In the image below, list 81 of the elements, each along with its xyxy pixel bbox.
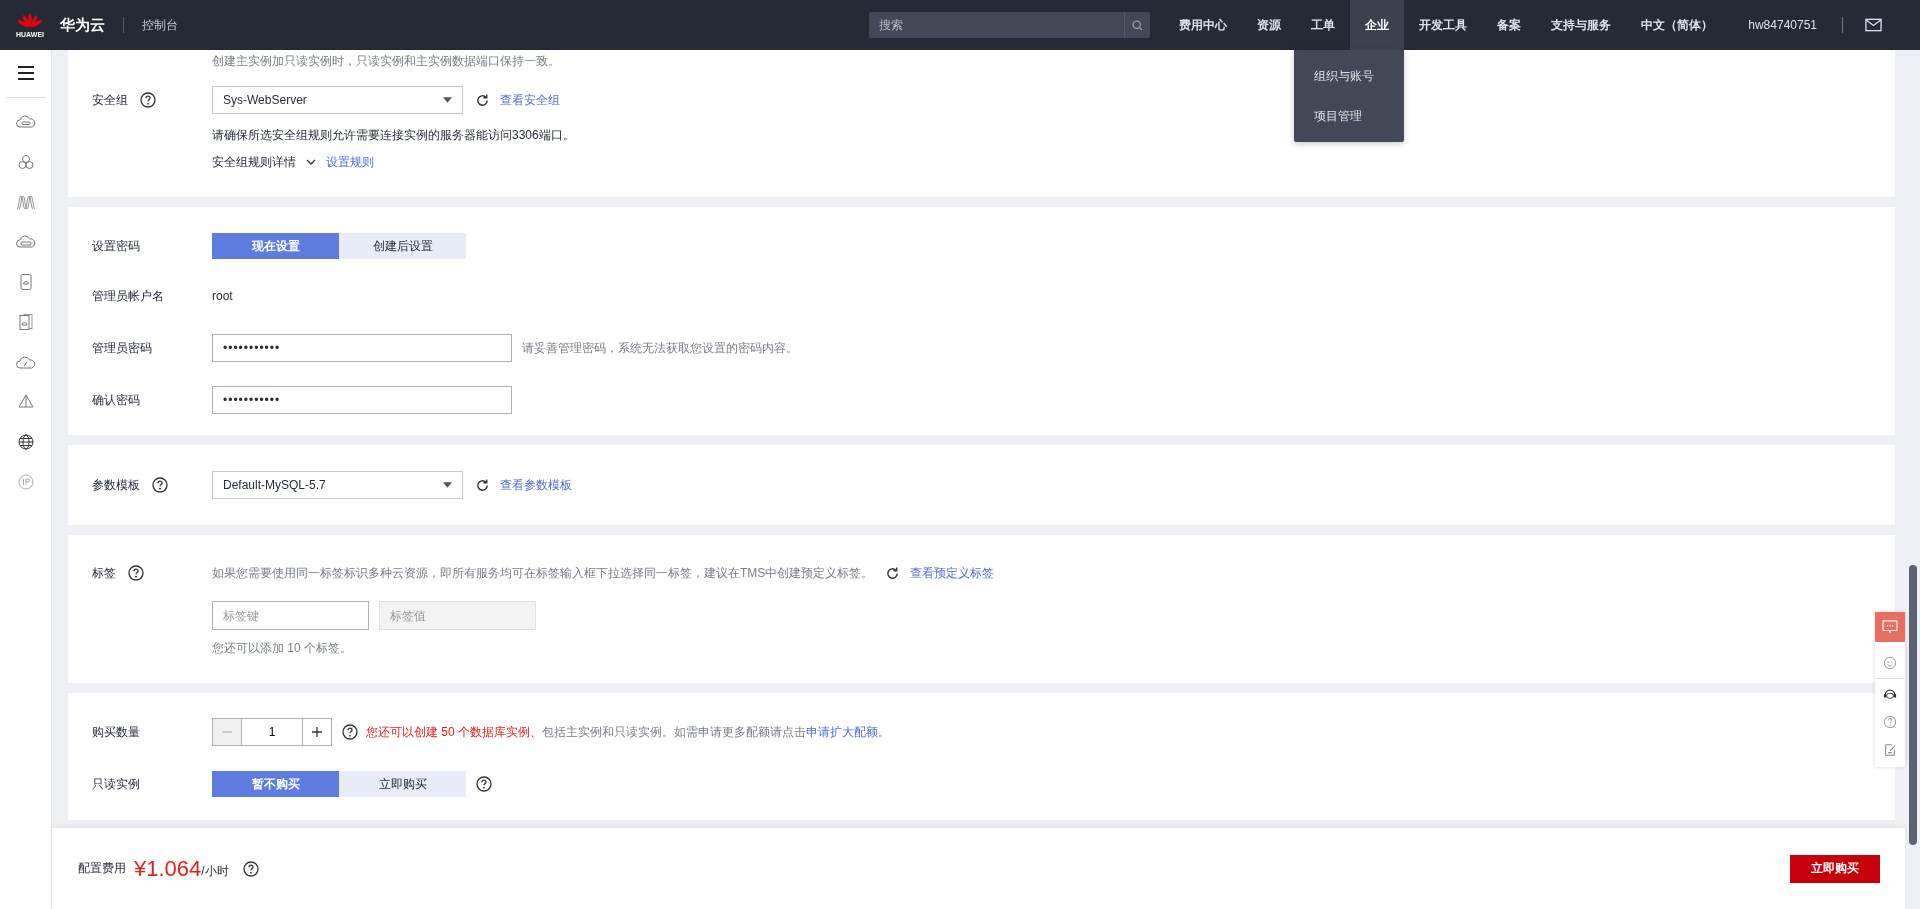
port-note: 请确保所选安全组规则允许需要连接实例的服务器能访问3306端口。 xyxy=(212,126,575,144)
cloud-icon[interactable] xyxy=(15,234,36,250)
nav-item[interactable]: 备案 xyxy=(1482,0,1537,50)
nav-item[interactable]: 企业 xyxy=(1350,0,1405,50)
field-label: 安全组 xyxy=(92,91,128,109)
smiley-icon[interactable] xyxy=(1883,656,1897,670)
price-label: 配置费用 xyxy=(78,860,126,877)
chat-button[interactable] xyxy=(1875,612,1905,642)
field-label: 确认密码 xyxy=(92,391,140,409)
view-template-link[interactable]: 查看参数模板 xyxy=(500,476,572,494)
tag-count-note: 您还可以添加 10 个标签。 xyxy=(212,639,352,657)
nav-item[interactable]: 中文（简体） xyxy=(1626,0,1729,50)
refresh-icon[interactable] xyxy=(885,565,901,581)
cluster-icon[interactable] xyxy=(15,154,36,170)
brand-name[interactable]: 华为云 xyxy=(60,15,105,35)
wave-icon[interactable] xyxy=(15,194,36,210)
price-value: ¥1.064 xyxy=(134,855,202,882)
user-name[interactable]: hw84740751 xyxy=(1728,18,1842,32)
view-security-group-link[interactable]: 查看安全组 xyxy=(500,91,560,109)
menu-item[interactable]: 组织与账号 xyxy=(1294,56,1405,96)
chat-icon xyxy=(1882,620,1898,634)
search-field[interactable]: 搜索 xyxy=(869,12,1125,38)
option-button[interactable]: 立即购买 xyxy=(339,771,466,797)
chevron-down-icon[interactable] xyxy=(306,159,316,165)
view-predefined-tags-link[interactable]: 查看预定义标签 xyxy=(910,564,995,582)
password-hint: 请妥善管理密码，系统无法获取您设置的密码内容。 xyxy=(522,339,798,357)
caret-icon xyxy=(443,97,452,103)
hint-text: 创建主实例加只读实例时，只读实例和主实例数据端口保持一致。 xyxy=(212,52,560,70)
mail-icon[interactable] xyxy=(1865,18,1882,32)
cloud-icon[interactable] xyxy=(15,114,36,130)
option-button[interactable]: 暂不购买 xyxy=(212,771,339,797)
cloud-icon[interactable] xyxy=(15,354,36,370)
field-label: 购买数量 xyxy=(92,723,140,741)
rule-details-toggle[interactable]: 安全组规则详情 xyxy=(212,153,296,171)
security-group-select[interactable]: Sys-WebServer xyxy=(212,86,463,114)
help-icon[interactable] xyxy=(128,565,144,581)
refresh-icon[interactable] xyxy=(475,477,490,493)
help-icon[interactable] xyxy=(152,477,168,493)
confirm-password-field[interactable]: ••••••••••• xyxy=(212,386,512,414)
search-icon xyxy=(1131,18,1145,32)
nav-item[interactable]: 开发工具 xyxy=(1404,0,1483,50)
help-icon[interactable] xyxy=(342,724,358,740)
field-label: 管理员帐户名 xyxy=(92,287,164,305)
field-label: 参数模板 xyxy=(92,476,140,494)
price-unit: /小时 xyxy=(201,864,229,880)
set-rules-link[interactable]: 设置规则 xyxy=(326,153,374,171)
menu-icon[interactable] xyxy=(15,65,36,81)
password-field[interactable]: ••••••••••• xyxy=(212,334,512,362)
request-quota-link[interactable]: 申请扩大配额 xyxy=(806,724,878,739)
globe-icon[interactable] xyxy=(15,434,36,450)
field-label: 标签 xyxy=(92,564,116,582)
help-icon[interactable] xyxy=(476,776,492,792)
menu-item[interactable]: 项目管理 xyxy=(1294,96,1405,136)
quantity-stepper[interactable]: 1 xyxy=(212,718,332,746)
nav-item[interactable]: 资源 xyxy=(1242,0,1297,50)
nav-item[interactable]: 费用中心 xyxy=(1164,0,1243,50)
edit-note-icon[interactable] xyxy=(1883,743,1897,757)
caret-icon xyxy=(443,482,452,488)
buy-now-button[interactable]: 立即购买 xyxy=(1790,854,1880,883)
console-link[interactable]: 控制台 xyxy=(142,16,178,34)
help-icon[interactable] xyxy=(242,860,259,877)
option-button[interactable]: 现在设置 xyxy=(212,233,339,259)
scrollbar-thumb[interactable] xyxy=(1909,565,1917,845)
field-label: 只读实例 xyxy=(92,775,140,793)
pyramid-icon[interactable] xyxy=(15,394,36,410)
admin-name: root xyxy=(212,289,233,303)
field-label: 管理员密码 xyxy=(92,339,152,357)
tag-hint: 如果您需要使用同一标签标识多种云资源，即所有服务均可在标签输入框下拉选择同一标签，建议在TMS中创建预定义标签。 xyxy=(212,564,874,582)
nav-item[interactable]: 工单 xyxy=(1296,0,1351,50)
parameter-template-select[interactable]: Default-MySQL-5.7 xyxy=(212,471,463,499)
headset-icon[interactable] xyxy=(1883,687,1897,701)
quantity-field[interactable]: 1 xyxy=(241,719,303,745)
help-icon[interactable] xyxy=(140,92,156,108)
search-button[interactable] xyxy=(1124,12,1151,38)
quota-message: 您还可以创建 50 个数据库实例、包括主实例和只读实例。如需申请更多配额请点击申请扩大配额。 xyxy=(366,723,890,741)
plus-icon xyxy=(311,726,323,738)
tag-key-field[interactable]: 标签键 xyxy=(212,601,369,630)
field-label: 设置密码 xyxy=(92,237,140,255)
option-button[interactable]: 创建后设置 xyxy=(339,233,466,259)
nav-item[interactable]: 支持与服务 xyxy=(1536,0,1627,50)
refresh-icon[interactable] xyxy=(475,92,490,108)
